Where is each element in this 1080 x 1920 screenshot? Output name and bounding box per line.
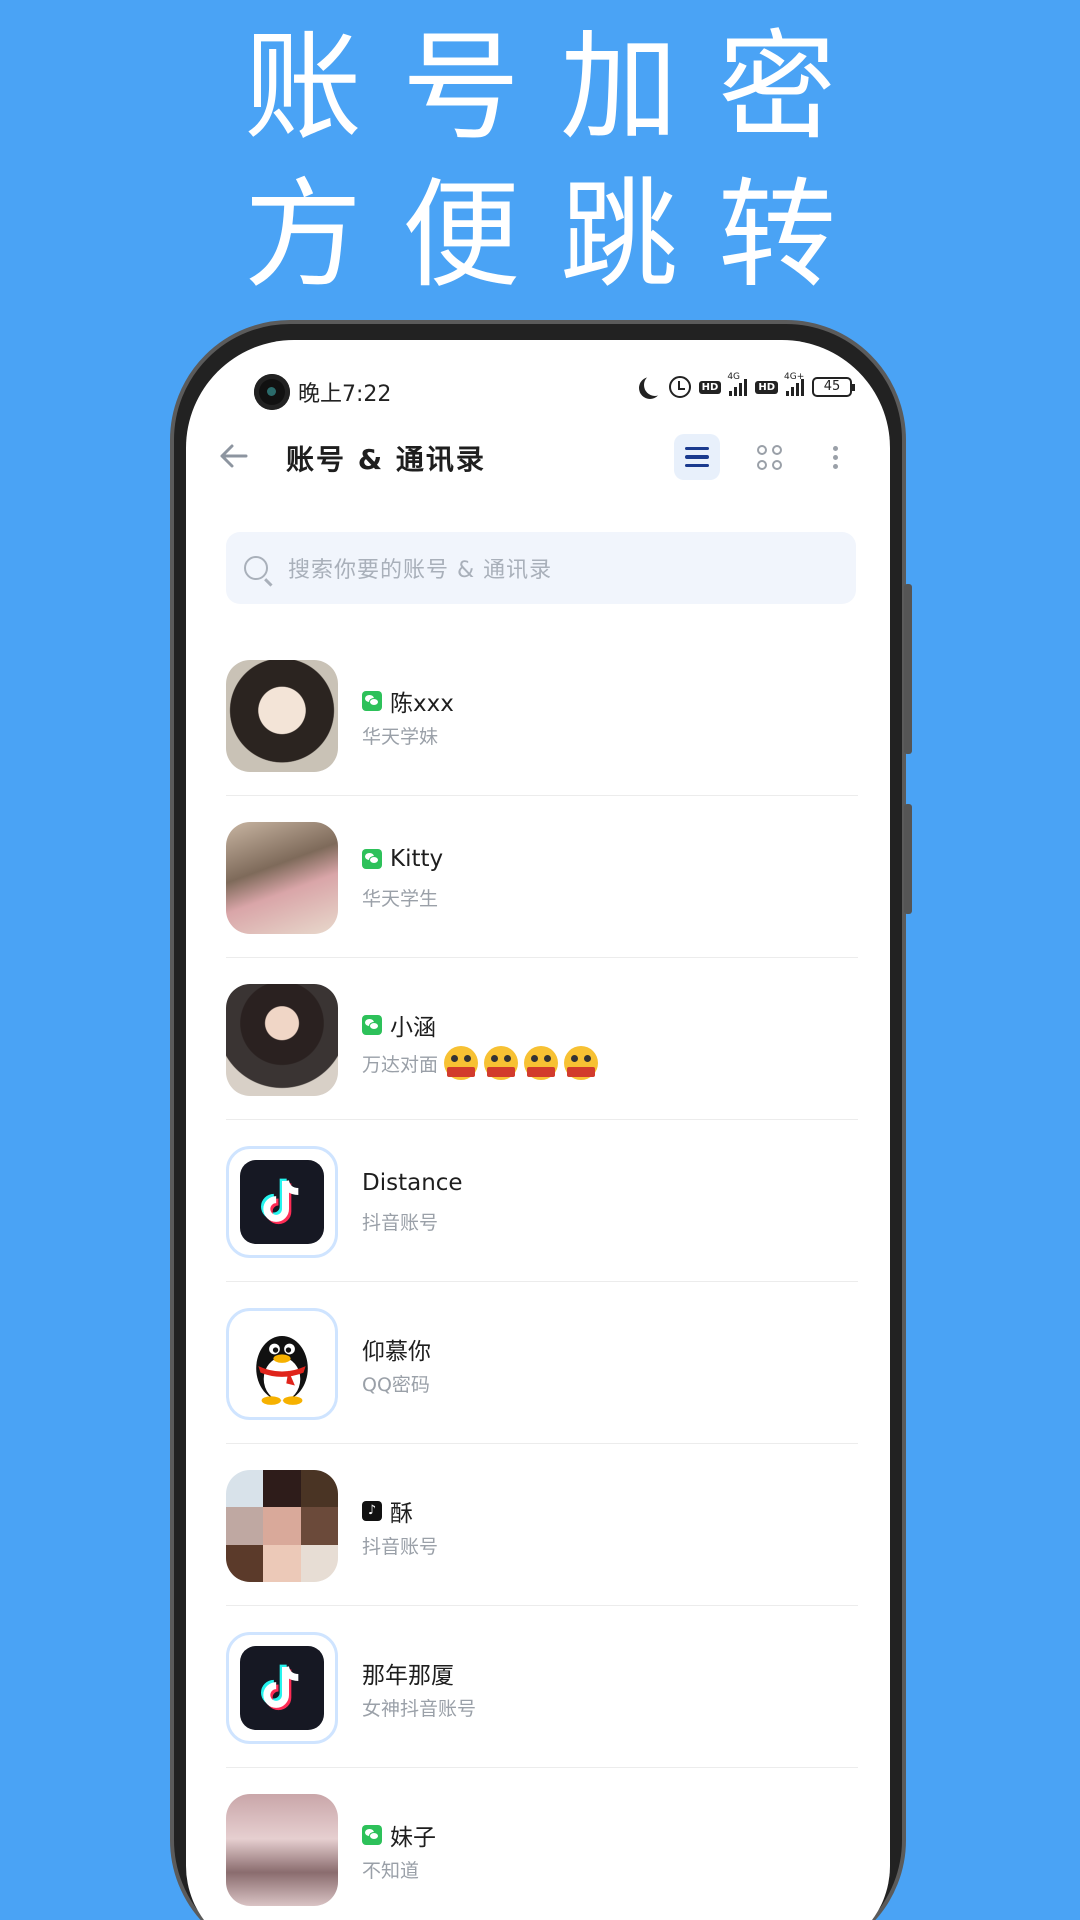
avatar	[226, 822, 338, 934]
contact-row[interactable]: 妹子 不知道	[226, 1768, 858, 1920]
network-label-2: 4G+	[784, 372, 805, 382]
douyin-icon: ♪	[362, 1501, 382, 1521]
contact-subtitle: 女神抖音账号	[362, 1698, 477, 1720]
contact-name: 陈xxx	[390, 691, 454, 717]
contact-subtitle: 不知道	[362, 1860, 420, 1882]
headline-line-2: 方便跳转	[243, 166, 876, 304]
grid-view-button[interactable]	[746, 434, 792, 480]
contact-name: 仰慕你	[362, 1339, 431, 1365]
avatar	[226, 984, 338, 1096]
alarm-icon	[668, 376, 691, 398]
contact-name: Kitty	[390, 846, 444, 872]
status-icons: HD 4G HD 4G+ 45	[639, 372, 855, 398]
emoji-icon	[444, 1046, 479, 1080]
contact-name: 那年那厦	[362, 1663, 454, 1689]
contact-name: 小涵	[390, 1015, 436, 1041]
contact-row[interactable]: 仰慕你 QQ密码	[226, 1282, 858, 1444]
status-time: 晚上7:22	[298, 382, 392, 407]
contact-row[interactable]: Kitty 华天学生	[226, 796, 858, 958]
wechat-icon	[362, 849, 382, 869]
contact-name: 妹子	[390, 1825, 436, 1851]
contact-subtitle: QQ密码	[362, 1374, 430, 1396]
emoji-icon	[524, 1046, 559, 1080]
headline-line-1: 账号加密	[243, 18, 876, 156]
contact-row[interactable]: 陈xxx 华天学妹	[226, 634, 858, 796]
contact-subtitle: 万达对面	[362, 1053, 439, 1076]
volume-button	[904, 584, 912, 754]
hd-badge-2: HD	[755, 380, 778, 394]
qq-penguin-icon	[226, 1308, 338, 1420]
search-input[interactable]: 搜索你要的账号 & 通讯录	[226, 532, 856, 604]
contact-row[interactable]: Distance 抖音账号	[226, 1120, 858, 1282]
list-view-button[interactable]	[674, 434, 720, 480]
contact-row[interactable]: ♪ 酥 抖音账号	[226, 1444, 858, 1606]
emoji-icon	[484, 1046, 519, 1080]
search-placeholder: 搜索你要的账号 & 通讯录	[288, 558, 553, 583]
signal-icon-2: 4G+	[784, 372, 804, 396]
moon-icon	[644, 374, 666, 396]
contact-list: 陈xxx 华天学妹 Kitty 华天学生 小涵 万达对面 Distance 抖音…	[226, 634, 858, 1920]
phone-frame: 晚上7:22 HD 4G HD 4G+ 45 账号 & 通讯录 搜索你要的账号 …	[170, 320, 912, 1920]
toolbar: 账号 & 通讯录	[186, 420, 890, 490]
contact-subtitle: 抖音账号	[362, 1536, 439, 1558]
contact-subtitle: 华天学生	[362, 888, 439, 910]
avatar	[226, 1794, 338, 1906]
more-options-button[interactable]	[812, 434, 858, 480]
contact-row[interactable]: 小涵 万达对面	[226, 958, 858, 1120]
signal-icon: 4G	[727, 372, 748, 396]
avatar	[226, 660, 338, 772]
hd-badge: HD	[698, 380, 722, 394]
contact-name: Distance	[362, 1170, 463, 1196]
contact-name: 酥	[390, 1501, 413, 1527]
emoji-icon	[564, 1046, 599, 1080]
battery-icon: 45	[812, 377, 855, 397]
contact-row[interactable]: 那年那厦 女神抖音账号	[226, 1606, 858, 1768]
search-icon	[244, 556, 268, 580]
wechat-icon	[362, 1015, 382, 1035]
wechat-icon	[362, 691, 382, 711]
phone-screen: 晚上7:22 HD 4G HD 4G+ 45 账号 & 通讯录 搜索你要的账号 …	[186, 340, 890, 1920]
contact-subtitle-row: 万达对面	[362, 1046, 599, 1080]
avatar	[226, 1470, 338, 1582]
back-arrow-icon[interactable]	[216, 438, 252, 474]
contact-subtitle: 华天学妹	[362, 726, 439, 748]
wechat-icon	[362, 1825, 382, 1845]
contact-subtitle: 抖音账号	[362, 1212, 439, 1234]
network-label: 4G	[727, 372, 741, 382]
tiktok-logo-icon	[226, 1146, 338, 1258]
status-bar: 晚上7:22 HD 4G HD 4G+ 45	[186, 370, 890, 410]
tiktok-logo-icon	[226, 1632, 338, 1744]
power-button	[904, 804, 912, 914]
page-title: 账号 & 通讯录	[286, 443, 486, 476]
front-camera	[254, 374, 290, 410]
